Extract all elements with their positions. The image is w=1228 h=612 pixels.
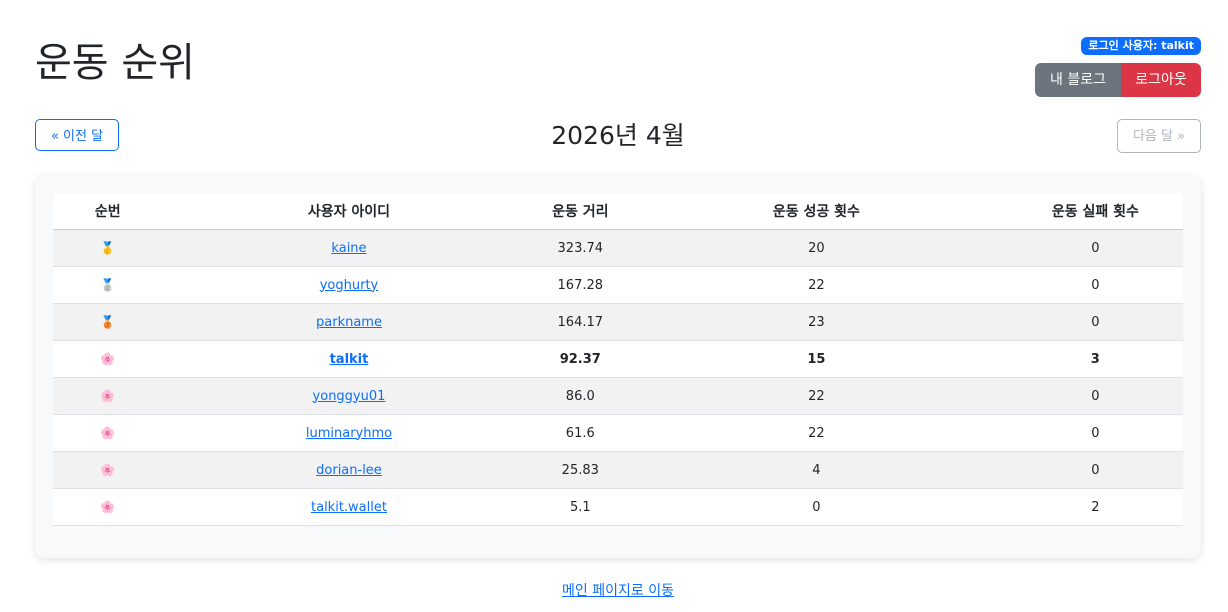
footer: 메인 페이지로 이동 (0, 580, 1228, 600)
current-month-title: 2026년 4월 (551, 121, 685, 150)
header-distance: 운동 거리 (535, 193, 626, 230)
distance-cell: 92.37 (535, 340, 626, 378)
rank-cell: 🌸 (53, 414, 163, 452)
distance-cell: 61.6 (535, 414, 626, 452)
success-count-cell: 15 (625, 340, 1008, 378)
user-profile-link[interactable]: dorian-lee (316, 463, 382, 478)
cherry-blossom-icon: 🌸 (100, 499, 116, 514)
user-profile-link[interactable]: luminaryhmo (306, 426, 392, 441)
rank-cell: 🌸 (53, 340, 163, 378)
main-page-link[interactable]: 메인 페이지로 이동 (562, 583, 674, 599)
fail-count-cell: 0 (1007, 266, 1183, 304)
bronze-medal-icon: 🥉 (100, 314, 116, 329)
silver-medal-icon: 🥈 (100, 277, 116, 292)
header-button-group: 내 블로그 로그아웃 (1035, 63, 1201, 97)
distance-cell: 323.74 (535, 229, 626, 267)
user-id-cell: yonggyu01 (162, 377, 536, 415)
logout-button[interactable]: 로그아웃 (1121, 63, 1201, 97)
rank-cell: 🥈 (53, 266, 163, 304)
table-row: 🌸 luminaryhmo 61.6 22 0 (53, 414, 1183, 452)
logged-in-user-badge: 로그인 사용자: talkit (1081, 37, 1201, 55)
table-row: 🥇 kaine 323.74 20 0 (53, 229, 1183, 267)
table-row: 🥉 parkname 164.17 23 0 (53, 303, 1183, 341)
user-profile-link[interactable]: talkit.wallet (311, 500, 387, 515)
cherry-blossom-icon: 🌸 (100, 351, 116, 366)
success-count-cell: 23 (625, 303, 1008, 341)
rank-cell: 🌸 (53, 488, 163, 526)
table-row: 🥈 yoghurty 167.28 22 0 (53, 266, 1183, 304)
success-count-cell: 22 (625, 377, 1008, 415)
fail-count-cell: 0 (1007, 451, 1183, 489)
next-month-button: 다음 달 » (1117, 119, 1201, 153)
distance-cell: 5.1 (535, 488, 626, 526)
cherry-blossom-icon: 🌸 (100, 462, 116, 477)
rank-cell: 🌸 (53, 451, 163, 489)
fail-count-cell: 0 (1007, 303, 1183, 341)
fail-count-cell: 0 (1007, 229, 1183, 267)
rank-cell: 🥉 (53, 303, 163, 341)
user-id-cell: luminaryhmo (162, 414, 536, 452)
gold-medal-icon: 🥇 (100, 240, 116, 255)
page-title: 운동 순위 (35, 40, 195, 86)
fail-count-cell: 3 (1007, 340, 1183, 378)
header-rank: 순번 (53, 193, 163, 230)
fail-count-cell: 0 (1007, 377, 1183, 415)
header-success-count: 운동 성공 횟수 (625, 193, 1008, 230)
cherry-blossom-icon: 🌸 (100, 388, 116, 403)
ranking-card: 순번 사용자 아이디 운동 거리 운동 성공 횟수 운동 실패 횟수 🥇 kain… (35, 175, 1201, 558)
rank-cell: 🌸 (53, 377, 163, 415)
distance-cell: 86.0 (535, 377, 626, 415)
ranking-table-body: 🥇 kaine 323.74 20 0 🥈 yoghurty 167.28 22 0 🥉 parkna… (53, 229, 1183, 526)
distance-cell: 25.83 (535, 451, 626, 489)
user-profile-link[interactable]: talkit (330, 352, 369, 367)
success-count-cell: 0 (625, 488, 1008, 526)
user-profile-link[interactable]: yonggyu01 (313, 389, 386, 404)
cherry-blossom-icon: 🌸 (100, 425, 116, 440)
user-id-cell: kaine (162, 229, 536, 267)
user-profile-link[interactable]: kaine (331, 241, 366, 256)
distance-cell: 167.28 (535, 266, 626, 304)
success-count-cell: 20 (625, 229, 1008, 267)
ranking-table: 순번 사용자 아이디 운동 거리 운동 성공 횟수 운동 실패 횟수 🥇 kain… (53, 193, 1183, 526)
user-id-cell: talkit.wallet (162, 488, 536, 526)
header-user-id: 사용자 아이디 (162, 193, 536, 230)
table-header-row: 순번 사용자 아이디 운동 거리 운동 성공 횟수 운동 실패 횟수 (53, 193, 1183, 230)
rank-cell: 🥇 (53, 229, 163, 267)
user-id-cell: yoghurty (162, 266, 536, 304)
header-fail-count: 운동 실패 횟수 (1007, 193, 1183, 230)
distance-cell: 164.17 (535, 303, 626, 341)
my-blog-button[interactable]: 내 블로그 (1035, 63, 1121, 97)
table-row: 🌸 dorian-lee 25.83 4 0 (53, 451, 1183, 489)
table-row: 🌸 talkit.wallet 5.1 0 2 (53, 488, 1183, 526)
table-row: 🌸 talkit 92.37 15 3 (53, 340, 1183, 378)
user-profile-link[interactable]: parkname (316, 315, 382, 330)
fail-count-cell: 2 (1007, 488, 1183, 526)
table-row: 🌸 yonggyu01 86.0 22 0 (53, 377, 1183, 415)
user-id-cell: talkit (162, 340, 536, 378)
user-id-cell: dorian-lee (162, 451, 536, 489)
success-count-cell: 4 (625, 451, 1008, 489)
user-profile-link[interactable]: yoghurty (320, 278, 379, 293)
success-count-cell: 22 (625, 414, 1008, 452)
success-count-cell: 22 (625, 266, 1008, 304)
user-id-cell: parkname (162, 303, 536, 341)
fail-count-cell: 0 (1007, 414, 1183, 452)
